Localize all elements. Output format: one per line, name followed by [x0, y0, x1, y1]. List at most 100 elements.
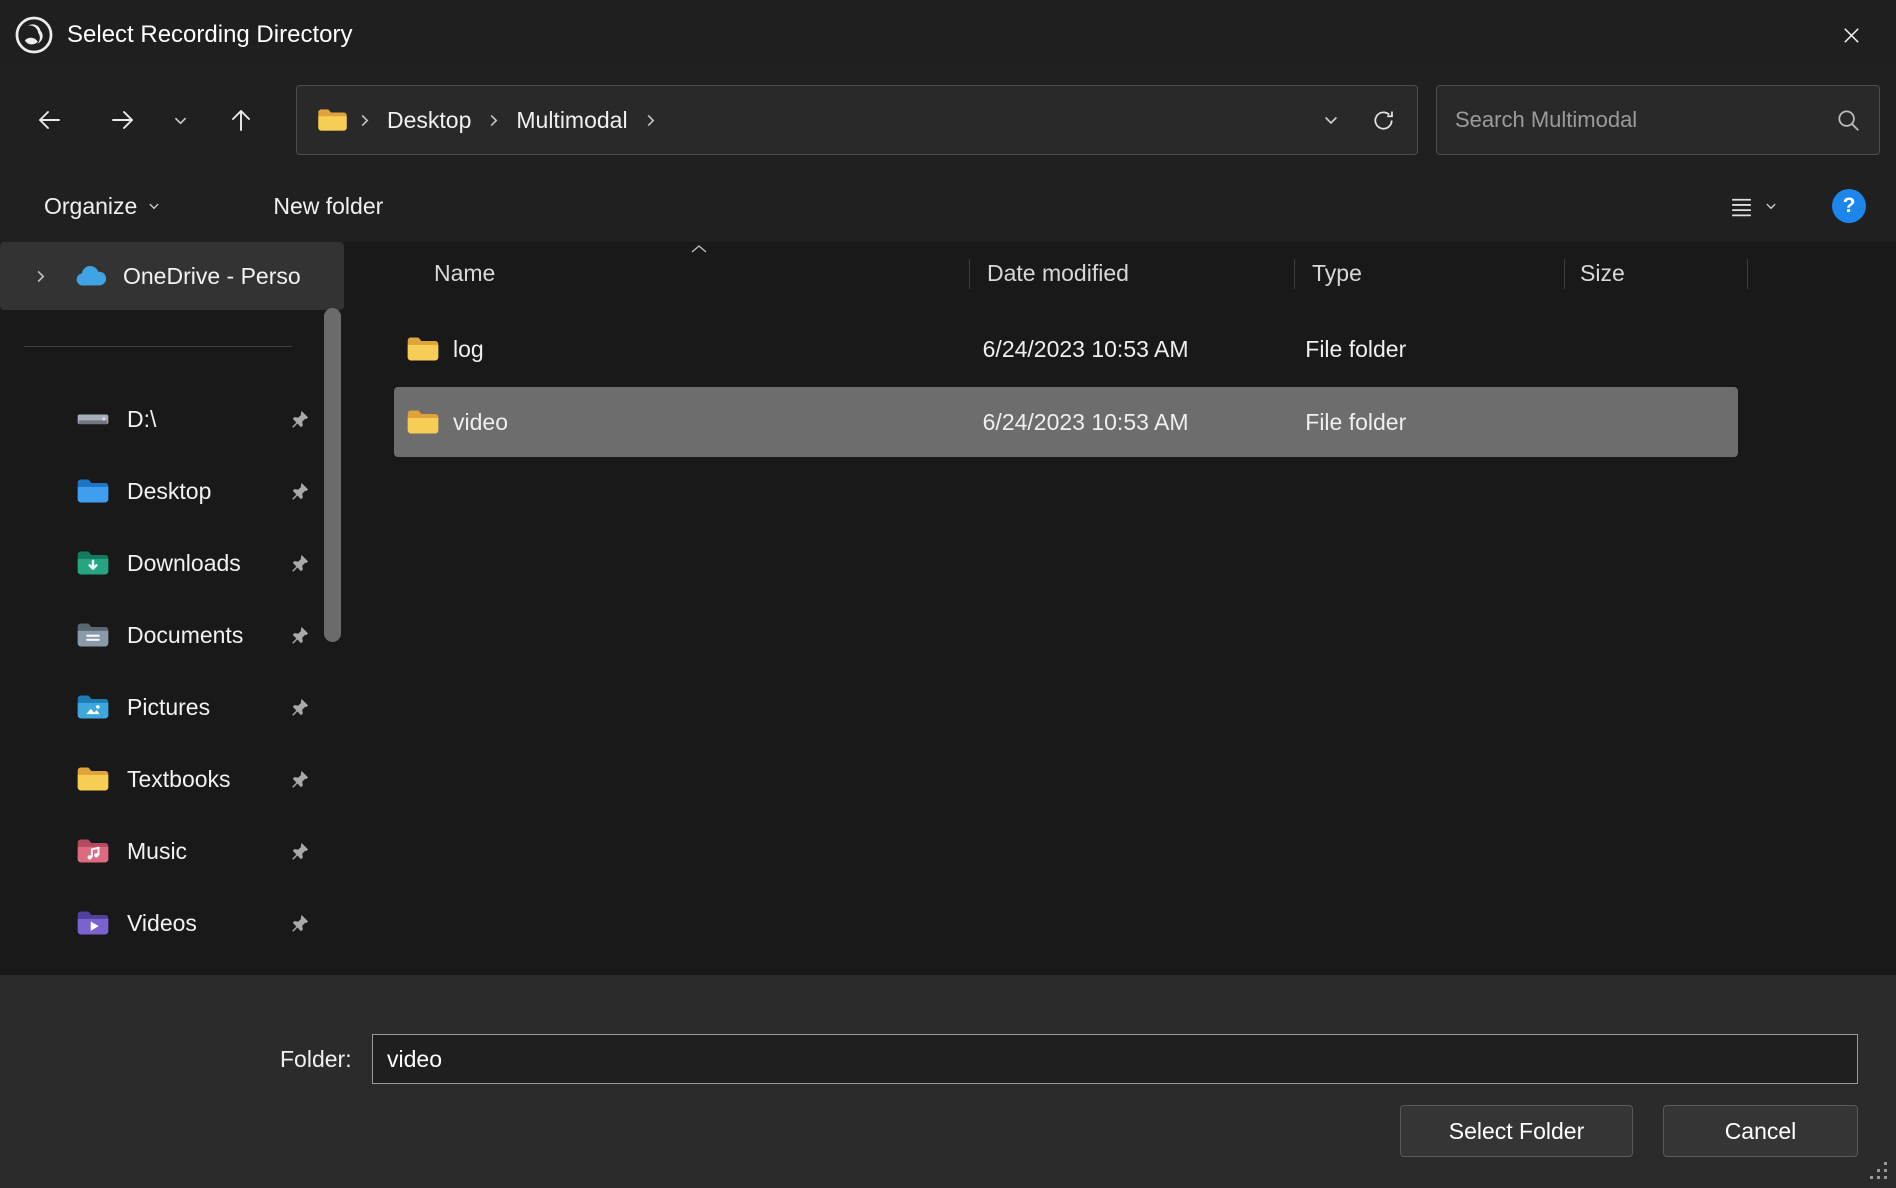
folder-icon — [76, 765, 110, 793]
sidebar-item-label: Desktop — [127, 478, 211, 505]
file-row[interactable]: log 6/24/2023 10:53 AM File folder — [394, 314, 1738, 384]
chevron-down-icon — [172, 112, 189, 129]
pin-icon — [290, 625, 310, 645]
onedrive-cloud-icon — [73, 264, 109, 289]
navigation-pane: OneDrive - Perso D:\ Desktop — [0, 242, 358, 975]
pictures-icon — [76, 693, 110, 721]
file-name: log — [453, 336, 484, 363]
column-headers: Name Date modified Type Size — [394, 242, 1896, 304]
pin-icon — [290, 553, 310, 573]
pin-icon — [290, 841, 310, 861]
address-dropdown-button[interactable] — [1305, 89, 1357, 151]
dialog-footer: Folder: Select Folder Cancel — [0, 975, 1896, 1188]
sidebar-divider — [24, 346, 292, 347]
select-folder-button[interactable]: Select Folder — [1400, 1105, 1633, 1157]
downloads-icon — [76, 549, 110, 577]
documents-icon — [76, 621, 110, 649]
file-rows: log 6/24/2023 10:53 AM File folder video… — [394, 314, 1896, 457]
navigation-toolbar: Desktop Multimodal — [0, 70, 1896, 170]
close-button[interactable] — [1806, 0, 1896, 70]
file-type: File folder — [1288, 409, 1556, 436]
search-input[interactable] — [1455, 107, 1826, 133]
pin-icon — [290, 481, 310, 501]
help-button[interactable]: ? — [1832, 189, 1866, 223]
pin-icon — [290, 409, 310, 429]
search-icon — [1836, 108, 1861, 133]
chevron-down-icon — [1322, 111, 1340, 129]
column-header-date-modified[interactable]: Date modified — [970, 242, 1295, 304]
column-header-size[interactable]: Size — [1565, 242, 1748, 304]
sidebar-item-label: Textbooks — [127, 766, 231, 793]
file-list-pane: Name Date modified Type Size log 6/24/20… — [358, 242, 1896, 975]
file-row[interactable]: video 6/24/2023 10:53 AM File folder — [394, 387, 1738, 457]
file-date-modified: 6/24/2023 10:53 AM — [966, 336, 1289, 363]
refresh-icon — [1371, 108, 1396, 133]
chevron-right-icon[interactable] — [642, 112, 659, 129]
folder-input[interactable] — [372, 1034, 1858, 1084]
chevron-right-icon[interactable] — [485, 112, 502, 129]
pin-icon — [290, 913, 310, 933]
sidebar-item[interactable]: Documents — [0, 599, 358, 671]
forward-button[interactable] — [94, 88, 152, 152]
column-header-name[interactable]: Name — [394, 242, 970, 304]
titlebar: Select Recording Directory — [0, 0, 1896, 70]
pin-icon — [290, 697, 310, 717]
folder-icon — [406, 335, 440, 363]
organize-button[interactable]: Organize — [44, 193, 161, 220]
recent-locations-button[interactable] — [160, 88, 200, 152]
sidebar-item-onedrive[interactable]: OneDrive - Perso — [0, 242, 344, 310]
sidebar-item[interactable]: Desktop — [0, 455, 358, 527]
sidebar-item-label: D:\ — [127, 406, 156, 433]
new-folder-button[interactable]: New folder — [273, 193, 383, 220]
sidebar-scrollbar[interactable] — [324, 308, 341, 642]
breadcrumb-multimodal[interactable]: Multimodal — [510, 107, 633, 134]
file-date-modified: 6/24/2023 10:53 AM — [966, 409, 1289, 436]
view-options-button[interactable] — [1728, 193, 1778, 220]
pinned-items-list: D:\ Desktop Downloads Documen — [0, 383, 358, 959]
chevron-down-icon — [147, 199, 161, 213]
search-box[interactable] — [1436, 85, 1880, 155]
sidebar-item-label: Documents — [127, 622, 243, 649]
forward-arrow-icon — [109, 106, 137, 134]
desktop-icon — [76, 477, 110, 505]
sidebar-item-label: Downloads — [127, 550, 241, 577]
sort-ascending-icon — [690, 244, 708, 253]
music-icon — [76, 837, 110, 865]
organize-label: Organize — [44, 193, 137, 220]
address-bar[interactable]: Desktop Multimodal — [296, 85, 1418, 155]
sidebar-item[interactable]: Videos — [0, 887, 358, 959]
sidebar-item[interactable]: Downloads — [0, 527, 358, 599]
breadcrumb-desktop[interactable]: Desktop — [381, 107, 477, 134]
sidebar-item[interactable]: D:\ — [0, 383, 358, 455]
folder-icon — [317, 107, 348, 133]
file-name-cell: log — [394, 335, 966, 363]
sidebar-item[interactable]: Textbooks — [0, 743, 358, 815]
file-name: video — [453, 409, 508, 436]
file-name-cell: video — [394, 408, 966, 436]
dialog-content: OneDrive - Perso D:\ Desktop — [0, 242, 1896, 975]
up-button[interactable] — [212, 88, 270, 152]
column-header-type[interactable]: Type — [1295, 242, 1565, 304]
chevron-down-icon — [1764, 199, 1778, 213]
sidebar-item-label: Music — [127, 838, 187, 865]
file-type: File folder — [1288, 336, 1556, 363]
sidebar-item[interactable]: Pictures — [0, 671, 358, 743]
pin-icon — [290, 769, 310, 789]
details-view-icon — [1728, 193, 1755, 220]
refresh-button[interactable] — [1357, 89, 1409, 151]
drive-icon — [76, 405, 110, 433]
back-button[interactable] — [20, 88, 78, 152]
cancel-button[interactable]: Cancel — [1663, 1105, 1858, 1157]
chevron-right-icon[interactable] — [356, 112, 373, 129]
sidebar-item-label: Videos — [127, 910, 197, 937]
close-icon — [1841, 25, 1862, 46]
videos-icon — [76, 909, 110, 937]
folder-field-label: Folder: — [280, 1046, 352, 1073]
sidebar-item-label: Pictures — [127, 694, 210, 721]
sidebar-item[interactable]: Music — [0, 815, 358, 887]
resize-grip[interactable] — [1868, 1160, 1890, 1182]
up-arrow-icon — [227, 106, 255, 134]
obs-logo-icon — [14, 15, 54, 55]
window-title: Select Recording Directory — [67, 21, 352, 49]
expand-chevron-icon[interactable] — [32, 268, 49, 285]
